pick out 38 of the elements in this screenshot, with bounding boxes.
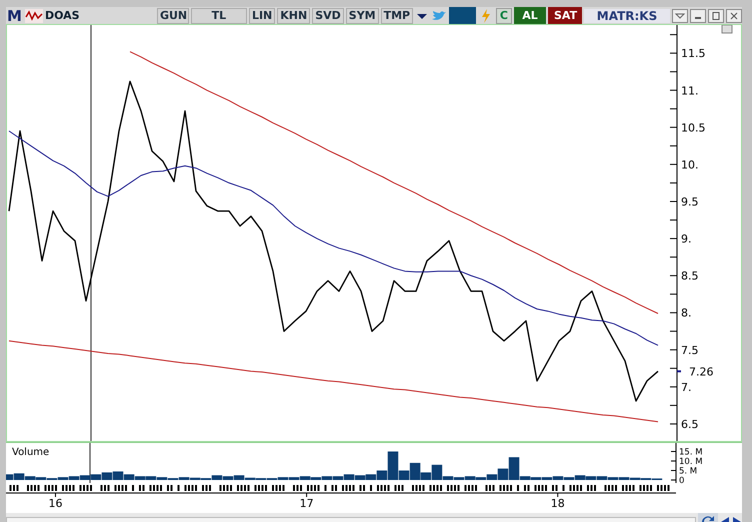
axis-label: 7.5 [681,344,698,357]
axis-label: 10. M [679,457,703,467]
axis-label: 15. M [679,448,703,458]
toolbar-button[interactable]: GUN [156,8,189,24]
axis-label: 11. [681,84,698,98]
volume-title: Volume [12,447,50,458]
axis-label: 8.5 [681,270,698,283]
axis-label: 9.5 [681,195,698,208]
sell-button[interactable]: SAT [548,7,582,24]
toolbar-button[interactable]: SYM [346,8,379,24]
date-label: 16 [48,497,62,510]
brand-logo: MATR:KS [584,8,670,22]
last-price-label: 7.26 [689,365,714,378]
toolbar-button[interactable]: KHN [277,8,310,24]
toolbar-button[interactable]: TMP [380,8,414,24]
date-label: 17 [300,497,314,510]
axis-label: 11.5 [681,47,706,60]
axis-label: 7. [681,380,692,394]
toolbar-button[interactable]: LIN [248,8,276,24]
app-logo: M [6,6,23,24]
axis-label: 5. M [679,466,698,476]
chart-icon[interactable] [24,8,43,22]
toolbar-button[interactable]: SVD [312,8,344,24]
last-price-marker [677,370,681,372]
axis-label: 9. [681,232,692,246]
axis-label: 6.5 [681,418,698,431]
maximize-icon[interactable] [708,8,724,22]
close-icon[interactable] [726,8,742,22]
axis-label: 10.5 [681,121,706,134]
dropdown-icon[interactable] [672,8,688,22]
buy-button[interactable]: AL [514,7,546,24]
toolbar-button[interactable]: TL [190,8,247,24]
axis-label: 0 [679,476,684,486]
axis-label: 8. [681,306,692,320]
date-label: 18 [550,497,565,510]
minimize-icon[interactable] [690,8,706,22]
axis-label: 10. [681,158,698,172]
volume-axis [670,443,676,484]
